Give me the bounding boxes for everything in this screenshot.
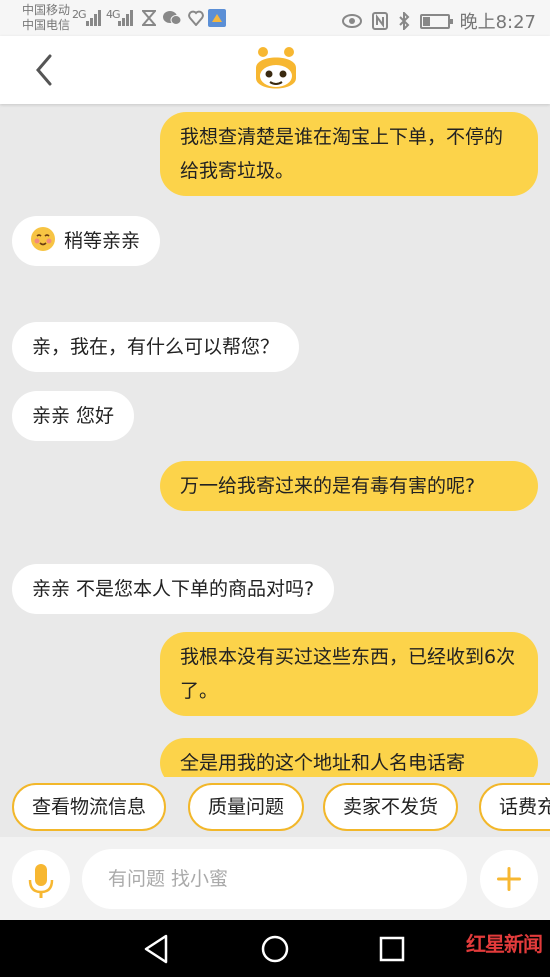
- signal-icon: [86, 10, 101, 26]
- carrier-1: 中国移动: [22, 3, 71, 17]
- quick-reply-phone-topup[interactable]: 话费充: [479, 783, 550, 831]
- heart-icon: [188, 10, 204, 26]
- message-bubble-user: 我根本没有买过这些东西，已经收到6次了。: [160, 632, 538, 716]
- message-input[interactable]: 有问题 找小蜜: [82, 849, 467, 909]
- message-text: 亲亲 不是您本人下单的商品对吗?: [32, 578, 315, 600]
- message-bubble-user: 万一给我寄过来的是有毒有害的呢?: [160, 461, 538, 511]
- eye-icon: [341, 14, 362, 28]
- battery-icon: [419, 13, 453, 29]
- home-circle-icon[interactable]: [258, 932, 292, 966]
- message-text: 万一给我寄过来的是有毒有害的呢?: [180, 475, 476, 497]
- chat-message-list[interactable]: 我想查清楚是谁在淘宝上下单，不停的给我寄垃圾。 稍等亲亲 亲，我在，有什么可以帮…: [0, 104, 550, 777]
- voice-button[interactable]: [12, 850, 70, 908]
- message-text: 我想查清楚是谁在淘宝上下单，不停的给我寄垃圾。: [180, 126, 504, 182]
- message-bubble-agent: 稍等亲亲: [12, 216, 161, 266]
- blush-emoji-icon: [31, 227, 55, 251]
- app-notification-icon: [208, 9, 226, 27]
- quick-reply-bar[interactable]: 查看物流信息 质量问题 卖家不发货 话费充: [0, 777, 550, 837]
- clock: 晚上8:27: [459, 12, 536, 33]
- wechat-icon: [163, 11, 182, 25]
- status-right: 晚上8:27: [341, 8, 536, 34]
- plus-icon: [497, 867, 521, 891]
- message-text: 亲，我在，有什么可以帮您？: [32, 336, 280, 358]
- message-bubble-agent: 亲，我在，有什么可以帮您？: [12, 322, 300, 372]
- watermark-logo: 红星新闻: [466, 932, 543, 956]
- message-bubble-agent: 亲亲 不是您本人下单的商品对吗?: [12, 564, 335, 614]
- quick-reply-quality[interactable]: 质量问题: [188, 783, 305, 831]
- message-bubble-agent: 亲亲 您好: [12, 391, 135, 441]
- chat-header: [0, 36, 550, 104]
- add-button[interactable]: [480, 850, 538, 908]
- back-triangle-icon[interactable]: [140, 932, 174, 966]
- nfc-icon: [371, 12, 388, 30]
- message-text: 我根本没有买过这些东西，已经收到6次了。: [180, 646, 516, 702]
- assistant-logo: [256, 47, 296, 89]
- bluetooth-icon: [398, 12, 409, 30]
- message-bubble-user: 全是用我的这个地址和人名电话寄: [160, 738, 538, 777]
- message-bubble-user: 我想查清楚是谁在淘宝上下单，不停的给我寄垃圾。: [160, 112, 538, 196]
- quick-reply-logistics[interactable]: 查看物流信息: [12, 783, 167, 831]
- input-bar: 有问题 找小蜜: [0, 837, 550, 920]
- chevron-left-icon[interactable]: [30, 52, 60, 88]
- system-nav-bar: 红星新闻: [0, 920, 550, 977]
- recents-square-icon[interactable]: [375, 932, 409, 966]
- signal-icon-2: [118, 10, 133, 26]
- message-text: 亲亲 您好: [32, 405, 115, 427]
- microphone-icon: [28, 864, 54, 898]
- quick-reply-not-shipped[interactable]: 卖家不发货: [323, 783, 459, 831]
- carrier-2: 中国电信: [22, 18, 71, 32]
- message-text: 全是用我的这个地址和人名电话寄: [180, 752, 466, 774]
- message-text: 稍等亲亲: [64, 230, 141, 252]
- carrier-labels: 中国移动 中国电信: [22, 3, 70, 33]
- network-type-1: 2G: [72, 8, 86, 21]
- hourglass-icon: [142, 10, 156, 26]
- status-bar: 中国移动 中国电信 2G 4G 晚上8:27: [0, 0, 550, 36]
